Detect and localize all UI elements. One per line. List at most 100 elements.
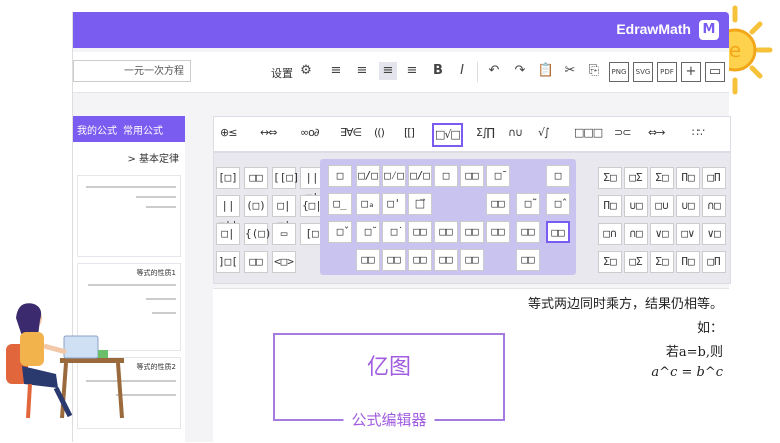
- template-cell[interactable]: Σ□: [598, 167, 622, 189]
- template-cell[interactable]: □⃗: [408, 193, 432, 215]
- template-cell[interactable]: □□: [408, 249, 432, 271]
- undo-icon[interactable]: ↶: [485, 62, 503, 80]
- template-cell[interactable]: □□: [460, 221, 484, 243]
- library-section-heading[interactable]: > 基本定律: [73, 142, 185, 169]
- italic-button[interactable]: I: [453, 62, 471, 80]
- template-cell[interactable]: [[□]: [272, 167, 300, 189]
- template-cell[interactable]: □□: [516, 249, 540, 271]
- template-cell[interactable]: □̂: [546, 193, 570, 215]
- tab-symbols-12[interactable]: ⇔→: [648, 126, 665, 139]
- template-cell[interactable]: ||□||: [216, 195, 240, 232]
- template-cell[interactable]: □/□: [408, 165, 432, 187]
- bold-button[interactable]: B: [429, 62, 447, 80]
- align-justify-button[interactable]: ≡: [403, 62, 421, 80]
- template-cell[interactable]: □̌: [328, 221, 352, 243]
- export-svg-icon[interactable]: SVG: [633, 62, 653, 82]
- template-cell[interactable]: □̆: [356, 221, 380, 243]
- open-folder-icon[interactable]: ▭: [705, 62, 725, 82]
- tab-symbols-5[interactable]: [[]: [404, 126, 415, 139]
- template-cell[interactable]: □̃: [516, 193, 540, 215]
- template-cell[interactable]: □: [328, 165, 352, 187]
- template-cell[interactable]: □□: [244, 251, 268, 273]
- tab-symbols-1[interactable]: ↔⇔: [260, 126, 277, 139]
- template-cell[interactable]: □□: [434, 221, 458, 243]
- template-cell[interactable]: □□: [244, 167, 268, 189]
- template-cell[interactable]: [□]: [216, 167, 240, 189]
- template-cell[interactable]: □|□|: [272, 195, 296, 232]
- redo-icon[interactable]: ↷: [511, 62, 529, 80]
- template-cell[interactable]: □̇: [382, 221, 406, 243]
- template-cell[interactable]: ]□[: [216, 251, 240, 273]
- template-cell[interactable]: □□: [382, 249, 406, 271]
- template-cell[interactable]: □∨: [676, 223, 700, 245]
- template-cell[interactable]: ∩□: [624, 223, 648, 245]
- template-cell[interactable]: □ₐ: [356, 193, 380, 215]
- template-cell[interactable]: □□: [434, 249, 458, 271]
- template-cell[interactable]: □□: [486, 193, 510, 215]
- formula-search-input[interactable]: 一元一次方程: [73, 60, 191, 82]
- align-center-button[interactable]: ≡: [353, 62, 371, 80]
- template-cell[interactable]: □': [382, 193, 406, 215]
- template-cell[interactable]: □□: [460, 249, 484, 271]
- tab-symbols-9[interactable]: √∫: [538, 126, 550, 139]
- new-file-icon[interactable]: +: [681, 62, 701, 82]
- template-cell[interactable]: Π□: [676, 251, 700, 273]
- template-cell[interactable]: □∪: [650, 195, 674, 217]
- template-cell[interactable]: Σ□: [650, 251, 674, 273]
- tab-my-formulas[interactable]: 我的公式: [77, 122, 117, 137]
- tab-symbols-0[interactable]: ⊕≤: [220, 126, 237, 139]
- tab-symbols-10[interactable]: □□□: [574, 126, 603, 139]
- template-cell[interactable]: □/□: [356, 165, 380, 187]
- template-cell[interactable]: □Σ: [624, 167, 648, 189]
- template-cell[interactable]: ∨□: [650, 223, 674, 245]
- template-cell[interactable]: □⁄□: [382, 165, 406, 187]
- cut-icon[interactable]: ✂: [561, 62, 579, 80]
- template-cell[interactable]: □□: [516, 221, 540, 243]
- template-cell[interactable]: □̲: [328, 193, 352, 215]
- template-cell[interactable]: Π□: [598, 195, 622, 217]
- template-cell[interactable]: Π□: [676, 167, 700, 189]
- formula-card[interactable]: [77, 175, 181, 257]
- template-cell[interactable]: {(□)}: [244, 223, 278, 245]
- align-left-button[interactable]: ≡: [327, 62, 345, 80]
- tab-common-formulas[interactable]: 常用公式: [123, 122, 163, 137]
- template-cell[interactable]: □|: [216, 223, 240, 245]
- tab-symbols-3[interactable]: ∃∀∈: [340, 126, 362, 139]
- template-cell[interactable]: ∪□: [676, 195, 700, 217]
- export-png-icon[interactable]: PNG: [609, 62, 629, 82]
- formula-editor-canvas[interactable]: 等式两边同时乘方，结果仍相等。 如： 若a=b,则 a^c = b^c 亿图 公…: [213, 288, 729, 443]
- tab-symbols-7[interactable]: Σ∫∏: [476, 126, 495, 139]
- template-cell[interactable]: ∪□: [624, 195, 648, 217]
- gear-icon[interactable]: ⚙: [297, 62, 315, 80]
- tab-symbols-4[interactable]: ((): [374, 126, 385, 139]
- template-cell[interactable]: □: [546, 165, 570, 187]
- paste-icon[interactable]: 📋: [537, 62, 555, 80]
- copy-icon[interactable]: ⎘: [585, 62, 603, 80]
- tab-symbols-11[interactable]: ⊃⊂: [614, 126, 631, 139]
- tab-symbols-2[interactable]: ∞ο∂: [300, 126, 320, 139]
- template-cell[interactable]: □□: [486, 221, 510, 243]
- template-cell[interactable]: Σ□: [650, 167, 674, 189]
- template-cell[interactable]: □̄: [486, 165, 510, 187]
- tab-symbols-active[interactable]: □√□: [432, 123, 463, 147]
- template-cell[interactable]: □Π: [702, 167, 726, 189]
- template-cell[interactable]: □□: [408, 221, 432, 243]
- template-cell[interactable]: <□>: [272, 251, 296, 273]
- template-cell[interactable]: □∩: [598, 223, 622, 245]
- tab-symbols-13[interactable]: ∷∵: [692, 126, 705, 139]
- export-pdf-icon[interactable]: PDF: [657, 62, 677, 82]
- template-cell[interactable]: □Π: [702, 251, 726, 273]
- template-cell[interactable]: □□: [460, 165, 484, 187]
- template-cell[interactable]: □Σ: [624, 251, 648, 273]
- align-right-button[interactable]: ≡: [379, 62, 397, 80]
- tab-symbols-8[interactable]: ∩∪: [508, 126, 523, 139]
- template-cell[interactable]: □: [434, 165, 458, 187]
- template-cell[interactable]: ∩□: [702, 195, 726, 217]
- template-cell[interactable]: ∨□: [702, 223, 726, 245]
- template-cell[interactable]: (□): [244, 195, 268, 217]
- template-cell[interactable]: Σ□: [598, 251, 622, 273]
- template-cell[interactable]: □□: [356, 249, 380, 271]
- template-cell-selected[interactable]: □□: [546, 221, 570, 243]
- template-cell[interactable]: ▭: [272, 223, 296, 245]
- settings-label[interactable]: 设置: [271, 65, 293, 81]
